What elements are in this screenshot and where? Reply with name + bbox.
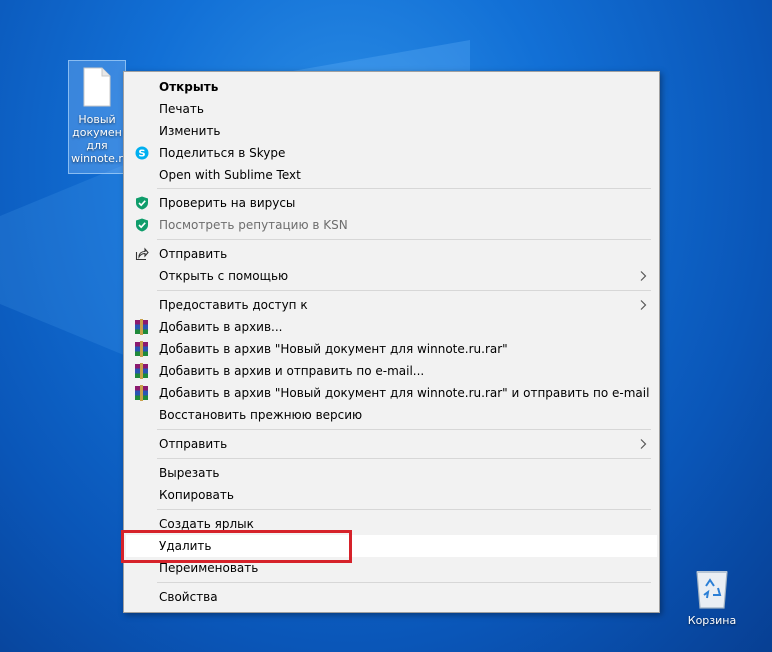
skype-icon: S [135,146,149,160]
winrar-icon [135,363,148,379]
menu-item-ksn-reputation[interactable]: Посмотреть репутацию в KSN [126,214,657,236]
menu-item-label: Предоставить доступ к [159,298,308,312]
menu-item-label: Добавить в архив "Новый документ для win… [159,342,508,356]
menu-item-label: Свойства [159,590,218,604]
winrar-icon [135,319,148,335]
menu-item-label: Проверить на вирусы [159,196,296,210]
recycle-bin-label: Корзина [687,614,737,627]
menu-item-label: Отправить [159,247,228,261]
chevron-right-icon [640,271,647,281]
menu-item-label: Изменить [159,124,221,138]
desktop-file-icon[interactable]: Новый докумен для winnote.r [68,60,126,174]
share-icon [135,247,149,261]
delete-highlight-box [121,530,352,563]
menu-item-cut[interactable]: Вырезать [126,462,657,484]
menu-item-add-archive-named[interactable]: Добавить в архив "Новый документ для win… [126,338,657,360]
menu-item-label: Отправить [159,437,228,451]
menu-item-label: Добавить в архив и отправить по e-mail..… [159,364,425,378]
menu-separator [157,429,651,430]
menu-item-add-archive-email[interactable]: Добавить в архив и отправить по e-mail..… [126,360,657,382]
kaspersky-shield-icon [136,196,148,210]
chevron-right-icon [640,439,647,449]
text-file-icon [82,67,112,107]
menu-item-label: Переименовать [159,561,259,575]
menu-separator [157,458,651,459]
menu-separator [157,188,651,189]
menu-separator [157,582,651,583]
menu-item-open-sublime[interactable]: Open with Sublime Text [126,164,657,186]
menu-item-share-skype[interactable]: S Поделиться в Skype [126,142,657,164]
menu-separator [157,509,651,510]
menu-item-label: Восстановить прежнюю версию [159,408,363,422]
recycle-bin[interactable]: Корзина [682,566,742,627]
menu-item-label: Открыть [159,80,219,94]
menu-item-open-with[interactable]: Открыть с помощью [126,265,657,287]
menu-item-add-archive-named-email[interactable]: Добавить в архив "Новый документ для win… [126,382,657,404]
menu-item-send-to[interactable]: Отправить [126,433,657,455]
menu-item-label: Open with Sublime Text [159,168,301,182]
menu-item-share[interactable]: Отправить [126,243,657,265]
menu-item-label: Копировать [159,488,234,502]
winrar-icon [135,341,148,357]
menu-separator [157,290,651,291]
menu-item-label: Печать [159,102,204,116]
menu-item-add-archive[interactable]: Добавить в архив... [126,316,657,338]
menu-item-scan-virus[interactable]: Проверить на вирусы [126,192,657,214]
menu-item-restore-version[interactable]: Восстановить прежнюю версию [126,404,657,426]
menu-item-label: Добавить в архив... [159,320,283,334]
menu-item-grant-access[interactable]: Предоставить доступ к [126,294,657,316]
menu-item-label: Вырезать [159,466,220,480]
menu-item-label: Добавить в архив "Новый документ для win… [159,386,650,400]
menu-item-properties[interactable]: Свойства [126,586,657,608]
menu-item-print[interactable]: Печать [126,98,657,120]
menu-item-label: Поделиться в Skype [159,146,286,160]
kaspersky-shield-icon [136,218,148,232]
winrar-icon [135,385,148,401]
svg-text:S: S [138,149,145,160]
menu-item-label: Открыть с помощью [159,269,289,283]
menu-item-label: Посмотреть репутацию в KSN [159,218,348,232]
menu-item-label: Создать ярлык [159,517,254,531]
menu-item-open[interactable]: Открыть [126,76,657,98]
menu-separator [157,239,651,240]
menu-item-copy[interactable]: Копировать [126,484,657,506]
chevron-right-icon [640,300,647,310]
menu-item-edit[interactable]: Изменить [126,120,657,142]
desktop-file-label: Новый докумен для winnote.r [71,113,123,165]
recycle-bin-icon [696,571,728,609]
